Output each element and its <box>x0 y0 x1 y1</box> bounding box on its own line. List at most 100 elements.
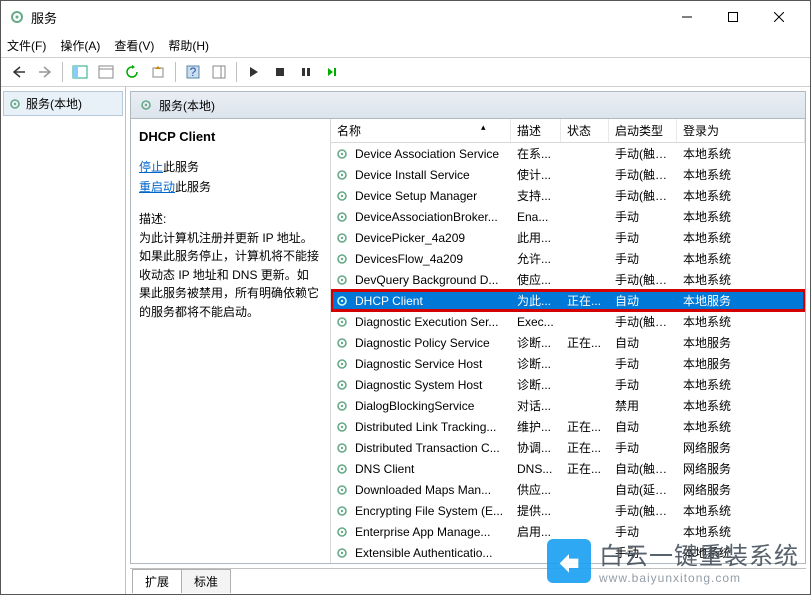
maximize-button[interactable] <box>710 2 756 32</box>
col-desc[interactable]: 描述 <box>511 119 561 142</box>
stop-service-button[interactable] <box>268 60 292 84</box>
service-row[interactable]: Device Install Service使计...手动(触发...本地系统 <box>331 164 805 185</box>
cell-desc: 启用... <box>513 523 563 540</box>
cell-name: Distributed Link Tracking... <box>351 420 513 434</box>
cell-startup: 禁用 <box>611 397 679 414</box>
col-startup[interactable]: 启动类型 <box>609 119 677 142</box>
services-window: 服务 文件(F) 操作(A) 查看(V) 帮助(H) ? <box>0 0 811 595</box>
cell-startup: 手动 <box>611 523 679 540</box>
toolbar: ? <box>1 57 810 87</box>
service-row[interactable]: DHCP Client为此...正在...自动本地服务 <box>331 290 805 311</box>
service-row[interactable]: DevQuery Background D...使应...手动(触发...本地系… <box>331 269 805 290</box>
menu-file[interactable]: 文件(F) <box>7 37 46 54</box>
cell-logon: 本地系统 <box>679 250 805 267</box>
detail-pane: DHCP Client 停止此服务 重启动此服务 描述: 为此计算机注册并更新 … <box>131 119 331 563</box>
cell-desc: 诊断... <box>513 376 563 393</box>
service-row[interactable]: Distributed Transaction C...协调...正在...手动… <box>331 437 805 458</box>
desc-label: 描述: <box>139 210 320 229</box>
gear-icon <box>333 441 351 455</box>
list-rows[interactable]: Device Association Service在系...手动(触发...本… <box>331 143 805 563</box>
service-row[interactable]: Device Setup Manager支持...手动(触发...本地系统 <box>331 185 805 206</box>
menu-view[interactable]: 查看(V) <box>114 37 154 54</box>
cell-startup: 手动(触发... <box>611 313 679 330</box>
service-row[interactable]: DevicesFlow_4a209允许...手动本地系统 <box>331 248 805 269</box>
detail-service-name: DHCP Client <box>139 129 320 144</box>
service-row[interactable]: Device Association Service在系...手动(触发...本… <box>331 143 805 164</box>
col-logon[interactable]: 登录为 <box>677 119 805 142</box>
service-row[interactable]: Downloaded Maps Man...供应...自动(延迟...网络服务 <box>331 479 805 500</box>
minimize-button[interactable] <box>664 2 710 32</box>
cell-startup: 手动 <box>611 229 679 246</box>
cell-startup: 自动 <box>611 334 679 351</box>
help-button[interactable]: ? <box>181 60 205 84</box>
cell-logon: 本地系统 <box>679 229 805 246</box>
menu-help[interactable]: 帮助(H) <box>168 37 209 54</box>
gear-icon <box>333 420 351 434</box>
close-button[interactable] <box>756 2 802 32</box>
cell-startup: 手动(触发... <box>611 166 679 183</box>
console-body: DHCP Client 停止此服务 重启动此服务 描述: 为此计算机注册并更新 … <box>130 119 806 564</box>
cell-startup: 自动(延迟... <box>611 481 679 498</box>
service-row[interactable]: Diagnostic System Host诊断...手动本地系统 <box>331 374 805 395</box>
cell-desc: Ena... <box>513 210 563 224</box>
refresh-button[interactable] <box>120 60 144 84</box>
gear-icon <box>333 168 351 182</box>
service-row[interactable]: Extensible Authenticatio...手动本地系统 <box>331 542 805 563</box>
service-row[interactable]: Enterprise App Manage...启用...手动本地系统 <box>331 521 805 542</box>
service-row[interactable]: DevicePicker_4a209此用...手动本地系统 <box>331 227 805 248</box>
service-row[interactable]: DNS ClientDNS...正在...自动(触发...网络服务 <box>331 458 805 479</box>
cell-desc: Exec... <box>513 315 563 329</box>
service-row[interactable]: Diagnostic Execution Ser...Exec...手动(触发.… <box>331 311 805 332</box>
console-header: 服务(本地) <box>130 91 806 119</box>
service-row[interactable]: Encrypting File System (E...提供...手动(触发..… <box>331 500 805 521</box>
stop-tail: 此服务 <box>163 160 199 174</box>
nav-back-button[interactable] <box>7 60 31 84</box>
cell-status: 正在... <box>563 439 611 456</box>
cell-desc: 对话... <box>513 397 563 414</box>
service-row[interactable]: DialogBlockingService对话...禁用本地系统 <box>331 395 805 416</box>
tree-root-item[interactable]: 服务(本地) <box>3 91 123 116</box>
restart-link[interactable]: 重启动 <box>139 180 175 194</box>
cell-logon: 本地系统 <box>679 187 805 204</box>
col-status[interactable]: 状态 <box>561 119 609 142</box>
cell-name: DHCP Client <box>351 294 513 308</box>
cell-desc: 维护... <box>513 418 563 435</box>
pause-service-button[interactable] <box>294 60 318 84</box>
action-pane-button[interactable] <box>207 60 231 84</box>
cell-desc: 提供... <box>513 502 563 519</box>
export-button[interactable] <box>146 60 170 84</box>
cell-startup: 手动(触发... <box>611 145 679 162</box>
gear-icon <box>333 399 351 413</box>
restart-tail: 此服务 <box>175 180 211 194</box>
gear-icon <box>333 210 351 224</box>
toolbar-sep <box>62 62 63 82</box>
cell-logon: 本地服务 <box>679 355 805 372</box>
show-hide-tree-button[interactable] <box>68 60 92 84</box>
properties-button[interactable] <box>94 60 118 84</box>
cell-logon: 本地系统 <box>679 145 805 162</box>
gear-icon <box>333 525 351 539</box>
window-title: 服务 <box>31 8 664 27</box>
start-service-button[interactable] <box>242 60 266 84</box>
cell-logon: 本地系统 <box>679 376 805 393</box>
service-row[interactable]: Distributed Link Tracking...维护...正在...自动… <box>331 416 805 437</box>
stop-row: 停止此服务 <box>139 158 320 176</box>
service-row[interactable]: Diagnostic Policy Service诊断...正在...自动本地服… <box>331 332 805 353</box>
cell-logon: 网络服务 <box>679 439 805 456</box>
service-row[interactable]: DeviceAssociationBroker...Ena...手动本地系统 <box>331 206 805 227</box>
cell-desc: 诊断... <box>513 355 563 372</box>
cell-logon: 本地系统 <box>679 502 805 519</box>
tree-pane[interactable]: 服务(本地) <box>1 87 126 594</box>
cell-startup: 手动(触发... <box>611 502 679 519</box>
stop-link[interactable]: 停止 <box>139 160 163 174</box>
service-row[interactable]: Diagnostic Service Host诊断...手动本地服务 <box>331 353 805 374</box>
menu-action[interactable]: 操作(A) <box>60 37 100 54</box>
tab-standard[interactable]: 标准 <box>181 569 231 593</box>
nav-forward-button[interactable] <box>33 60 57 84</box>
cell-status: 正在... <box>563 460 611 477</box>
restart-service-button[interactable] <box>320 60 344 84</box>
gear-icon <box>8 97 22 111</box>
cell-name: Extensible Authenticatio... <box>351 546 513 560</box>
tab-extended[interactable]: 扩展 <box>132 569 182 593</box>
cell-desc: DNS... <box>513 462 563 476</box>
